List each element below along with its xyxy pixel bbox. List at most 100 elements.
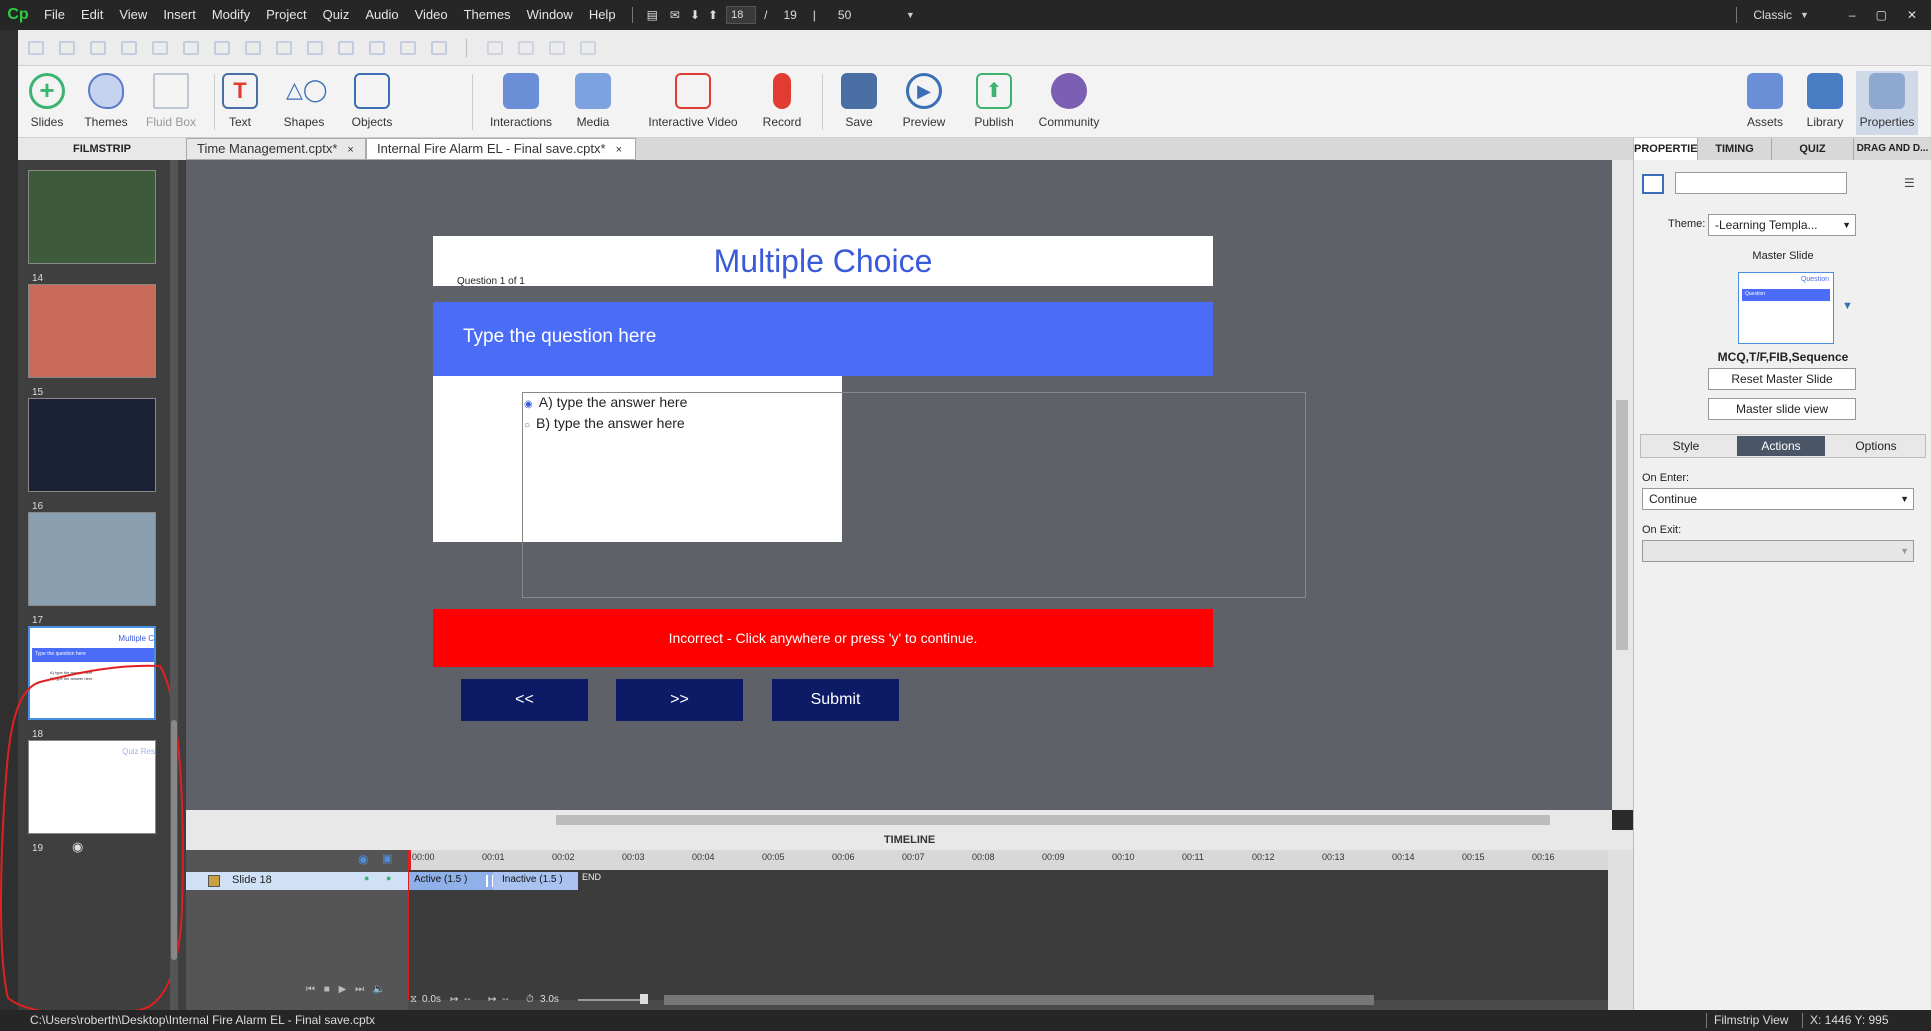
close-tab-icon[interactable]: ×	[347, 144, 353, 156]
reset-master-slide-button[interactable]: Reset Master Slide	[1708, 368, 1856, 390]
stage-horizontal-scrollbar[interactable]	[186, 810, 1612, 830]
answer-row-a[interactable]: ◉ A) type the answer here	[524, 394, 687, 410]
interactive-video-button[interactable]: Interactive Video	[638, 71, 748, 135]
tab-timing[interactable]: TIMING	[1698, 138, 1772, 160]
layer-row-slide-18[interactable]: Slide 18 ● ●	[186, 872, 408, 890]
workspace-chevron-icon[interactable]: ▼	[1800, 10, 1809, 20]
stop-icon[interactable]: ■	[324, 984, 330, 995]
menu-modify[interactable]: Modify	[204, 0, 258, 30]
maximize-icon[interactable]: ▢	[1876, 8, 1887, 22]
send-back-icon[interactable]	[580, 40, 596, 55]
on-exit-dropdown[interactable]: ▼	[1642, 540, 1914, 562]
menu-video[interactable]: Video	[407, 0, 456, 30]
menu-help[interactable]: Help	[581, 0, 624, 30]
play-icon[interactable]: ▶	[339, 984, 347, 995]
on-enter-dropdown[interactable]: Continue ▼	[1642, 488, 1914, 510]
menu-project[interactable]: Project	[258, 0, 314, 30]
horizontal-scroll-thumb[interactable]	[556, 815, 1550, 825]
question-count[interactable]: Question 1 of 1	[457, 276, 525, 287]
vertical-scroll-thumb[interactable]	[1616, 400, 1628, 650]
align-top-icon[interactable]	[121, 40, 137, 55]
answer-row-b[interactable]: ○ B) type the answer here	[524, 415, 685, 431]
visibility-dot-icon[interactable]: ●	[364, 873, 369, 883]
timeline-ruler[interactable]: 00:00 00:01 00:02 00:03 00:04 00:05 00:06 00:07…	[408, 850, 1608, 870]
menu-file[interactable]: File	[36, 0, 73, 30]
rewind-icon[interactable]: ⏮	[306, 984, 315, 995]
menu-edit[interactable]: Edit	[73, 0, 111, 30]
minimize-icon[interactable]: –	[1849, 8, 1856, 22]
master-slide-dropdown-icon[interactable]: ▼	[1842, 300, 1853, 312]
center-v-icon[interactable]	[400, 40, 416, 55]
menu-audio[interactable]: Audio	[357, 0, 406, 30]
menu-quiz[interactable]: Quiz	[315, 0, 358, 30]
distribute-v-icon[interactable]	[245, 40, 261, 55]
align-right-icon[interactable]	[90, 40, 106, 55]
interactions-button[interactable]: Interactions	[484, 71, 558, 135]
subtab-actions[interactable]: Actions	[1737, 436, 1825, 456]
next-button[interactable]: >>	[616, 679, 743, 721]
preview-button[interactable]: ▶ Preview	[894, 71, 954, 135]
media-button[interactable]: Media	[566, 71, 620, 135]
workspace-select[interactable]: Classic	[1753, 8, 1792, 22]
master-slide-view-button[interactable]: Master slide view	[1708, 398, 1856, 420]
resize-icon[interactable]	[431, 40, 447, 55]
question-text[interactable]: Type the question here	[463, 326, 656, 348]
align-left-icon[interactable]	[28, 40, 44, 55]
show-hide-icon[interactable]: ◉	[358, 852, 368, 866]
library-button[interactable]: Library	[1800, 71, 1850, 135]
radio-selected-icon[interactable]: ◉	[524, 399, 533, 410]
stage-vertical-scrollbar[interactable]	[1612, 160, 1633, 810]
align-bottom-icon[interactable]	[183, 40, 199, 55]
slide-title[interactable]: Multiple Choice	[433, 236, 1213, 286]
arrow-down-icon[interactable]: ⬇	[690, 8, 700, 22]
same-height-icon[interactable]	[307, 40, 323, 55]
subtab-options[interactable]: Options	[1832, 436, 1920, 456]
slide-thumb-14[interactable]	[28, 170, 156, 264]
community-button[interactable]: Community	[1034, 71, 1104, 135]
current-slide-field[interactable]: 18	[726, 6, 757, 24]
distribute-h-icon[interactable]	[214, 40, 230, 55]
zoom-slider[interactable]	[578, 999, 648, 1001]
slide-name-input[interactable]	[1675, 172, 1847, 194]
slides-button[interactable]: + Slides	[22, 71, 72, 135]
same-size-icon[interactable]	[338, 40, 354, 55]
audio-icon[interactable]: 🔈	[373, 984, 385, 995]
zoom-level[interactable]: 50	[838, 8, 888, 22]
send-backward-icon[interactable]	[549, 40, 565, 55]
bring-front-icon[interactable]	[487, 40, 503, 55]
tab-properties[interactable]: PROPERTIES	[1634, 138, 1705, 160]
theme-dropdown[interactable]: -Learning Templa... ▼	[1708, 214, 1856, 236]
master-slide-thumb[interactable]: Question Question	[1738, 272, 1834, 344]
back-button[interactable]: <<	[461, 679, 588, 721]
mail-icon[interactable]: ✉	[670, 8, 680, 22]
fast-forward-icon[interactable]: ⏭	[355, 984, 364, 995]
slide-thumb-15[interactable]	[28, 284, 156, 378]
align-center-icon[interactable]	[59, 40, 75, 55]
filmstrip-scrollbar[interactable]	[170, 160, 178, 1010]
zoom-slider-handle[interactable]	[640, 994, 648, 1004]
menu-insert[interactable]: Insert	[155, 0, 204, 30]
playhead-marker[interactable]	[408, 850, 411, 870]
menu-themes[interactable]: Themes	[456, 0, 519, 30]
bring-forward-icon[interactable]	[518, 40, 534, 55]
publish-button[interactable]: ⬆ Publish	[964, 71, 1024, 135]
comment-icon[interactable]: ▤	[647, 8, 658, 22]
slide-thumb-16[interactable]	[28, 398, 156, 492]
align-middle-icon[interactable]	[152, 40, 168, 55]
objects-button[interactable]: Objects	[342, 71, 402, 135]
lock-icon[interactable]: ▣	[382, 852, 392, 865]
zoom-dropdown-icon[interactable]: ▼	[906, 10, 915, 20]
timeline-hscroll[interactable]	[664, 995, 1374, 1005]
slide-color-swatch[interactable]	[1642, 174, 1664, 194]
close-tab-icon[interactable]: ×	[616, 144, 622, 156]
panel-menu-icon[interactable]: ☰	[1904, 176, 1915, 190]
tab-time-management[interactable]: Time Management.cptx* ×	[186, 138, 366, 160]
text-button[interactable]: T Text	[210, 71, 270, 135]
tab-fire-alarm[interactable]: Internal Fire Alarm EL - Final save.cptx…	[366, 138, 636, 160]
record-button[interactable]: Record	[752, 71, 812, 135]
arrow-up-icon[interactable]: ⬆	[708, 8, 718, 22]
center-h-icon[interactable]	[369, 40, 385, 55]
menu-view[interactable]: View	[111, 0, 155, 30]
same-width-icon[interactable]	[276, 40, 292, 55]
lock-dot-icon[interactable]: ●	[386, 873, 391, 883]
